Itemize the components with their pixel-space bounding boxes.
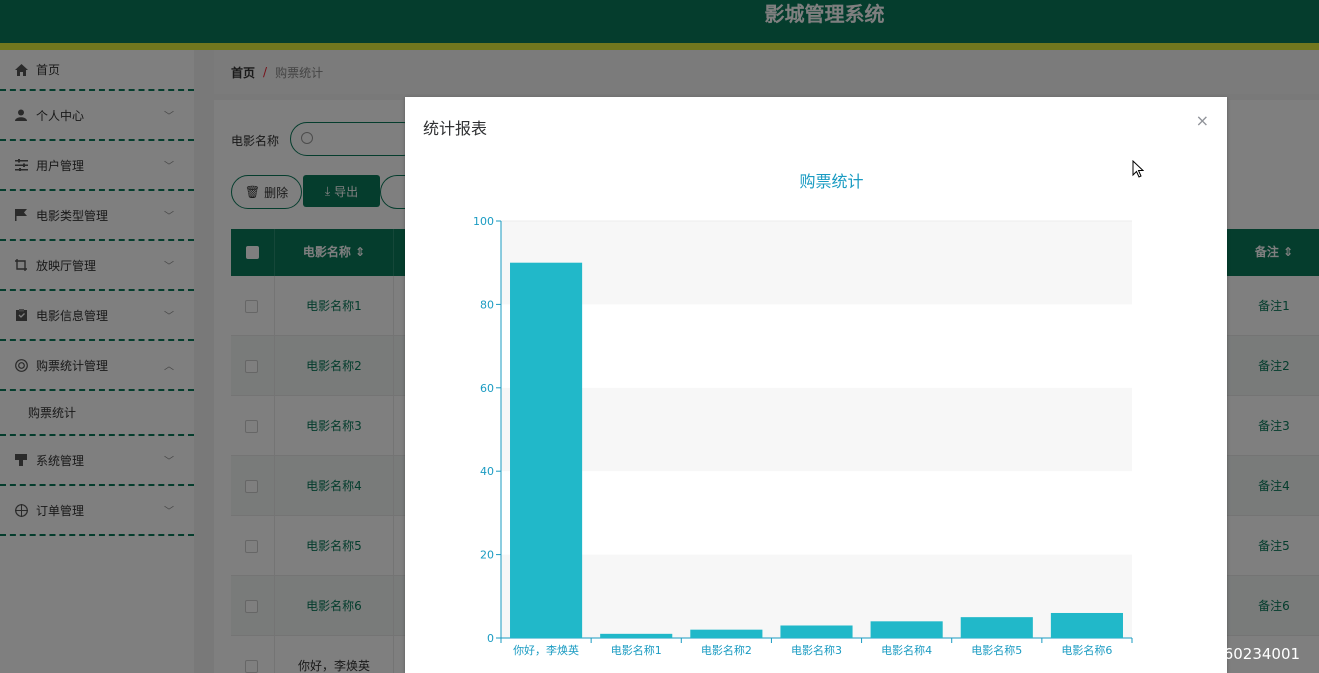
bar — [1050, 612, 1123, 638]
x-tick-label: 电影名称3 — [791, 643, 842, 657]
y-tick-label: 0 — [487, 632, 494, 645]
grid-band — [501, 221, 1132, 305]
x-tick-label: 电影名称5 — [971, 643, 1022, 657]
grid-band — [501, 471, 1132, 555]
y-tick-label: 60 — [480, 382, 494, 395]
bar — [780, 625, 853, 638]
y-tick-label: 20 — [480, 549, 494, 562]
bar — [870, 621, 943, 638]
bar — [960, 617, 1033, 638]
bar-chart: 购票统计 0 20 40 60 80 100 你好，李焕英 电影名称1 电影名称2 电影名称3 电影名… — [473, 172, 1133, 657]
mouse-cursor-icon — [1132, 159, 1145, 178]
y-tick-label: 80 — [480, 298, 494, 311]
statistics-dialog: 统计报表 × 购票统计 0 20 40 60 80 100 你好，李焕英 电影名称1 电影名称2 电… — [405, 97, 1227, 673]
x-tick-label: 电影名称4 — [881, 643, 932, 657]
x-tick-label: 电影名称6 — [1061, 643, 1112, 657]
watermark-text: CSDN @QQ860234001 — [1128, 645, 1301, 663]
grid-band — [501, 387, 1132, 472]
y-tick-label: 100 — [473, 215, 494, 228]
y-tick-label: 40 — [480, 465, 494, 478]
x-tick-label: 电影名称1 — [611, 643, 662, 657]
grid-band — [501, 304, 1132, 388]
x-tick-label: 电影名称2 — [701, 643, 752, 657]
chart-title: 购票统计 — [799, 172, 863, 191]
bar — [690, 629, 763, 638]
x-tick-label: 你好，李焕英 — [513, 643, 579, 657]
bar — [510, 262, 583, 638]
bar — [600, 633, 673, 638]
